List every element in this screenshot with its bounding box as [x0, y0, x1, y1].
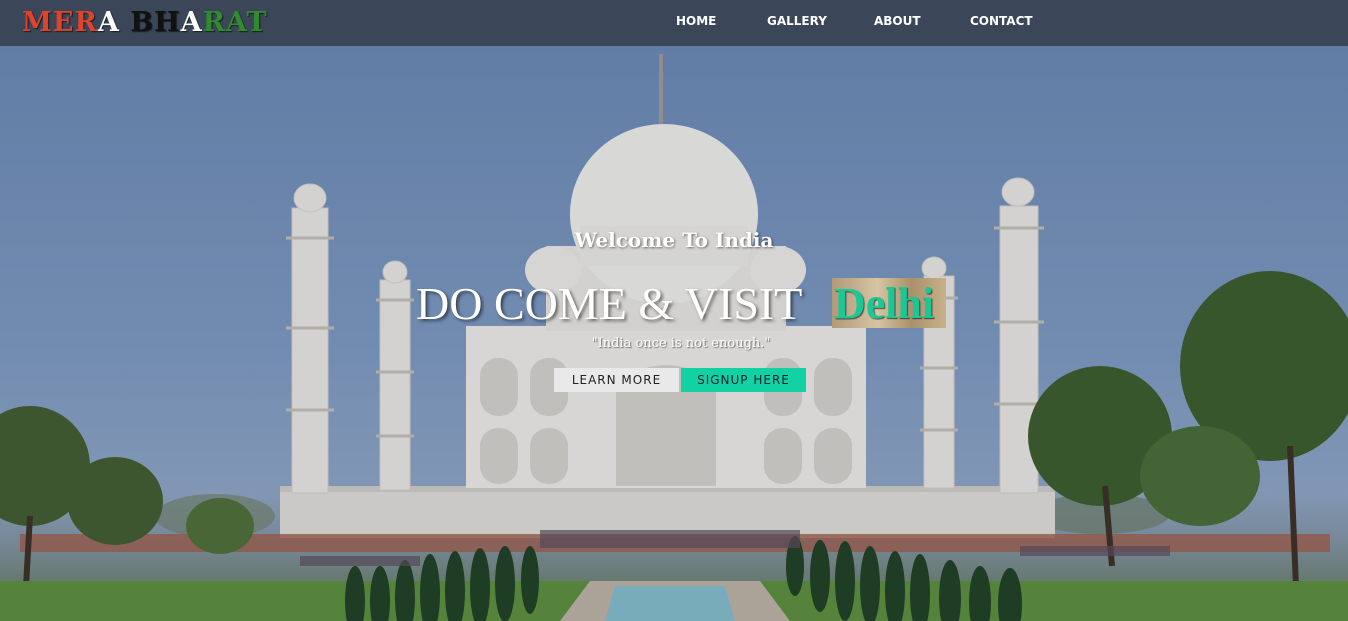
hero-overlay — [0, 46, 1348, 621]
hero-city-name: Delhi — [832, 278, 946, 328]
logo-part: A — [180, 7, 203, 38]
nav-about-link[interactable]: ABOUT — [874, 14, 921, 28]
logo-part: A — [97, 7, 120, 38]
signup-button[interactable]: SIGNUP HERE — [681, 368, 806, 392]
hero-section: Welcome To India DO COME & VISIT Delhi "… — [0, 46, 1348, 621]
hero-quote: "India once is not enough." — [591, 336, 771, 351]
nav-gallery-link[interactable]: GALLERY — [767, 14, 827, 28]
logo-part: MER — [22, 7, 98, 38]
learn-more-button[interactable]: LEARN MORE — [554, 368, 679, 392]
logo-part: BH — [130, 7, 181, 38]
logo-part — [120, 7, 130, 38]
site-logo[interactable]: MERA BHARAT — [22, 7, 268, 38]
hero-headline: DO COME & VISIT — [416, 278, 803, 329]
welcome-heading: Welcome To India — [574, 228, 774, 252]
navbar: MERA BHARAT HOME GALLERY ABOUT CONTACT — [0, 0, 1348, 46]
logo-part: RAT — [202, 7, 268, 38]
nav-home-link[interactable]: HOME — [676, 14, 716, 28]
nav-contact-link[interactable]: CONTACT — [970, 14, 1033, 28]
